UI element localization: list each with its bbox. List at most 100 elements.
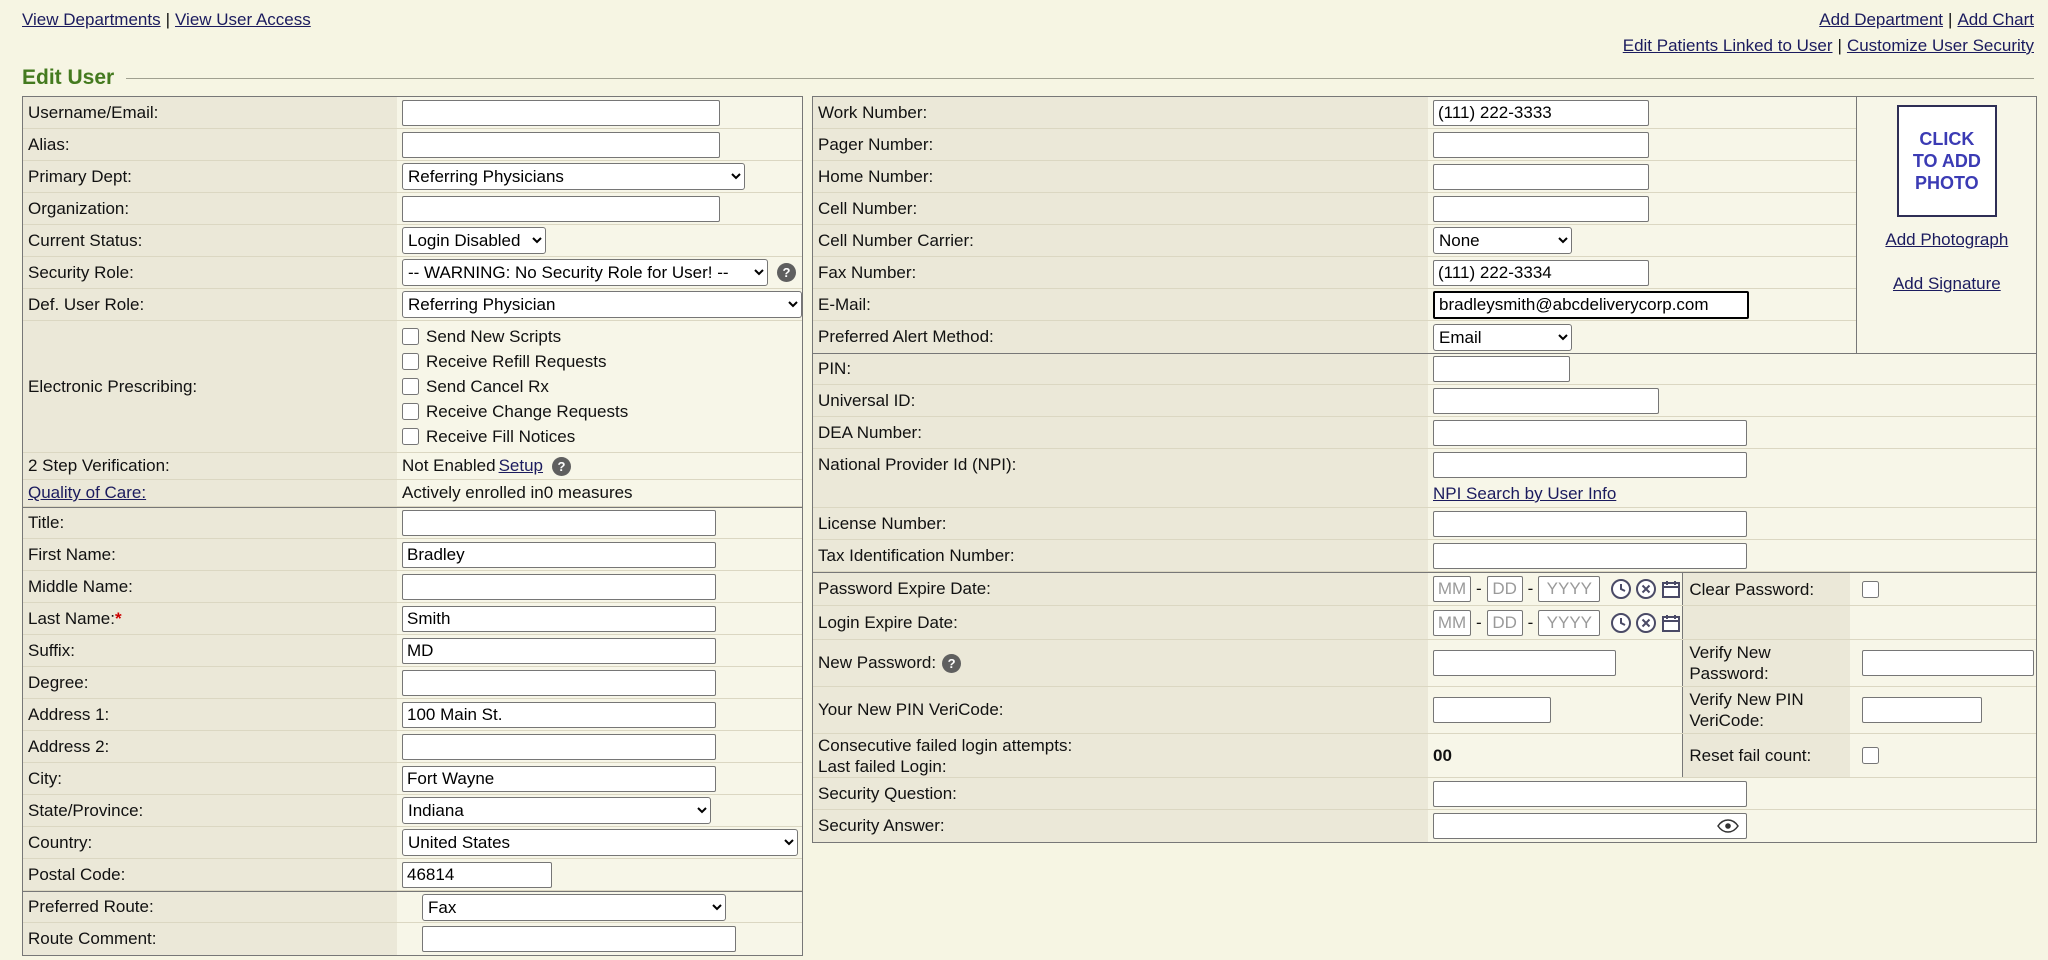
- universal-id-input[interactable]: [1433, 388, 1659, 414]
- password-expire-mm-input[interactable]: [1433, 576, 1471, 602]
- license-number-input[interactable]: [1433, 511, 1747, 537]
- user-profile-panel: Username/Email: Alias: Primary Dept: Ref…: [22, 96, 803, 956]
- current-status-select[interactable]: Login Disabled: [402, 227, 546, 254]
- add-department-link[interactable]: Add Department: [1819, 10, 1943, 29]
- field-label: Verify New Password:: [1682, 640, 1850, 686]
- help-icon[interactable]: ?: [777, 263, 796, 282]
- postal-code-input[interactable]: [402, 862, 552, 888]
- middle-name-input[interactable]: [402, 574, 716, 600]
- receive-fill-notices-checkbox[interactable]: [402, 428, 419, 445]
- login-expire-dd-input[interactable]: [1487, 610, 1523, 636]
- field-cell: [397, 193, 802, 224]
- login-expire-yyyy-input[interactable]: [1538, 610, 1600, 636]
- cell-number-input[interactable]: [1433, 196, 1649, 222]
- setup-link[interactable]: Setup: [499, 456, 543, 476]
- field-cell: [397, 539, 802, 570]
- pager-number-input[interactable]: [1433, 132, 1649, 158]
- add-photo-placeholder[interactable]: CLICK TO ADD PHOTO: [1897, 105, 1997, 217]
- degree-input[interactable]: [402, 670, 716, 696]
- view-user-access-link[interactable]: View User Access: [175, 10, 311, 29]
- help-icon[interactable]: ?: [552, 457, 571, 476]
- tax-id-input[interactable]: [1433, 543, 1747, 569]
- quality-of-care-link[interactable]: Quality of Care:: [28, 483, 146, 503]
- row-pin-vericode: Your New PIN VeriCode: Verify New PIN Ve…: [813, 687, 2036, 734]
- pin-vericode-input[interactable]: [1433, 697, 1551, 723]
- npi-input[interactable]: [1433, 452, 1747, 478]
- row-password-expire: Password Expire Date: - - Clear Password…: [813, 572, 2036, 606]
- pin-input[interactable]: [1433, 356, 1570, 382]
- contact-rows: Work Number: Pager Number: Home Number: …: [813, 97, 1856, 353]
- dea-number-input[interactable]: [1433, 420, 1747, 446]
- def-user-role-select[interactable]: Referring Physician: [402, 291, 802, 318]
- preferred-alert-select[interactable]: Email: [1433, 324, 1572, 351]
- work-number-input[interactable]: [1433, 100, 1649, 126]
- preferred-route-select[interactable]: Fax: [422, 894, 726, 921]
- password-expire-yyyy-input[interactable]: [1538, 576, 1600, 602]
- password-expire-dd-input[interactable]: [1487, 576, 1523, 602]
- login-expire-mm-input[interactable]: [1433, 610, 1471, 636]
- first-name-input[interactable]: [402, 542, 716, 568]
- country-select[interactable]: United States: [402, 829, 798, 856]
- field-label: Primary Dept:: [23, 161, 397, 192]
- security-role-select[interactable]: -- WARNING: No Security Role for User! -…: [402, 259, 768, 286]
- verify-pin-vericode-input[interactable]: [1862, 697, 1982, 723]
- send-cancel-rx-checkbox[interactable]: [402, 378, 419, 395]
- clock-icon[interactable]: [1610, 612, 1632, 634]
- alias-input[interactable]: [402, 132, 720, 158]
- field-label-cell: Consecutive failed login attempts: Last …: [813, 734, 1428, 777]
- field-cell: [1428, 417, 2036, 448]
- home-number-input[interactable]: [1433, 164, 1649, 190]
- clear-date-icon[interactable]: [1635, 612, 1657, 634]
- clock-icon[interactable]: [1610, 578, 1632, 600]
- view-departments-link[interactable]: View Departments: [22, 10, 161, 29]
- page-title: Edit User: [22, 66, 114, 90]
- field-cell: Fax: [397, 892, 802, 922]
- cell-carrier-select[interactable]: None: [1433, 227, 1572, 254]
- receive-refill-requests-checkbox[interactable]: [402, 353, 419, 370]
- clear-password-checkbox[interactable]: [1862, 581, 1879, 598]
- eye-icon[interactable]: [1717, 819, 1739, 833]
- address2-input[interactable]: [402, 734, 716, 760]
- field-label: Security Role:: [23, 257, 397, 288]
- row-state-province: State/Province: Indiana: [23, 795, 802, 827]
- last-name-input[interactable]: [402, 606, 716, 632]
- clear-date-icon[interactable]: [1635, 578, 1657, 600]
- email-input[interactable]: [1433, 291, 1749, 319]
- photo-placeholder-line: CLICK: [1919, 128, 1974, 150]
- calendar-icon[interactable]: [1660, 578, 1682, 600]
- add-photograph-link[interactable]: Add Photograph: [1885, 230, 2008, 250]
- field-label: PIN:: [813, 354, 1428, 384]
- row-preferred-alert: Preferred Alert Method: Email: [813, 321, 1856, 353]
- row-tax-id: Tax Identification Number:: [813, 540, 2036, 572]
- security-question-input[interactable]: [1433, 781, 1747, 807]
- calendar-icon[interactable]: [1660, 612, 1682, 634]
- reset-fail-count-checkbox[interactable]: [1862, 747, 1879, 764]
- address1-input[interactable]: [402, 702, 716, 728]
- field-label: License Number:: [813, 508, 1428, 539]
- edit-patients-linked-link[interactable]: Edit Patients Linked to User: [1623, 36, 1833, 55]
- help-icon[interactable]: ?: [942, 654, 961, 673]
- username-input[interactable]: [402, 100, 720, 126]
- city-input[interactable]: [402, 766, 716, 792]
- field-label: Current Status:: [23, 225, 397, 256]
- title-input[interactable]: [402, 510, 716, 536]
- route-comment-input[interactable]: [422, 926, 736, 952]
- receive-change-requests-checkbox[interactable]: [402, 403, 419, 420]
- customize-user-security-link[interactable]: Customize User Security: [1847, 36, 2034, 55]
- add-signature-link[interactable]: Add Signature: [1893, 274, 2001, 294]
- field-label: Consecutive failed login attempts:: [818, 735, 1072, 756]
- organization-input[interactable]: [402, 196, 720, 222]
- state-province-select[interactable]: Indiana: [402, 797, 711, 824]
- fax-number-input[interactable]: [1433, 260, 1649, 286]
- row-suffix: Suffix:: [23, 635, 802, 667]
- security-answer-input[interactable]: [1433, 813, 1747, 839]
- primary-dept-select[interactable]: Referring Physicians: [402, 163, 745, 190]
- npi-search-link[interactable]: NPI Search by User Info: [1433, 484, 1616, 504]
- verify-new-password-input[interactable]: [1862, 650, 2034, 676]
- suffix-input[interactable]: [402, 638, 716, 664]
- new-password-input[interactable]: [1433, 650, 1616, 676]
- add-chart-link[interactable]: Add Chart: [1957, 10, 2034, 29]
- row-title: Title:: [23, 507, 802, 539]
- field-label: Pager Number:: [813, 129, 1428, 160]
- send-new-scripts-checkbox[interactable]: [402, 328, 419, 345]
